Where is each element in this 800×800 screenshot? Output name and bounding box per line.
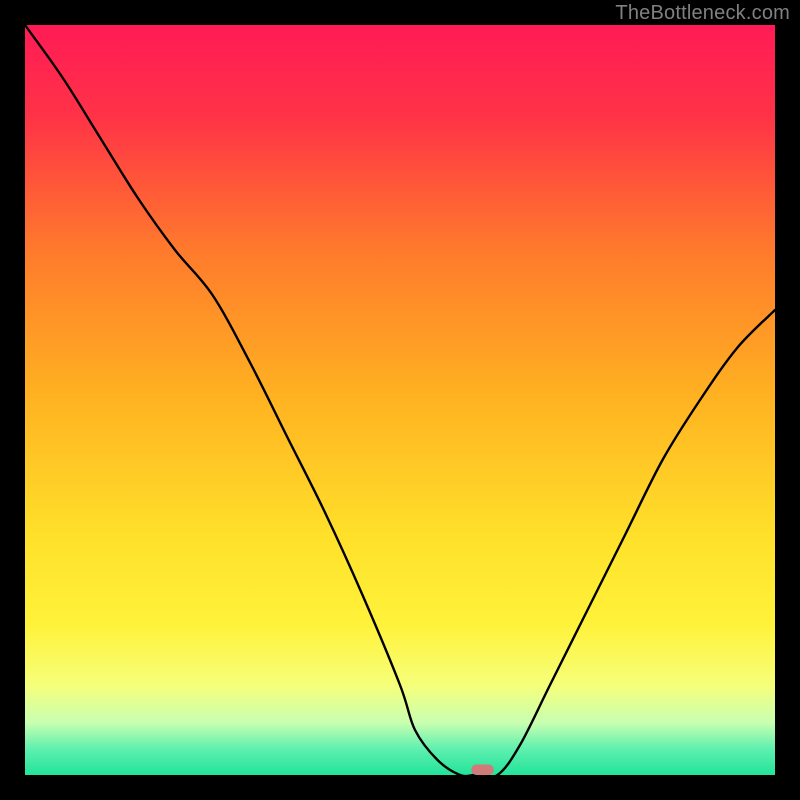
gradient-background — [25, 25, 775, 775]
plot-area — [25, 25, 775, 775]
chart-frame: TheBottleneck.com — [0, 0, 800, 800]
bottleneck-marker — [471, 765, 494, 776]
watermark-text: TheBottleneck.com — [615, 2, 790, 25]
plot-svg — [25, 25, 775, 775]
